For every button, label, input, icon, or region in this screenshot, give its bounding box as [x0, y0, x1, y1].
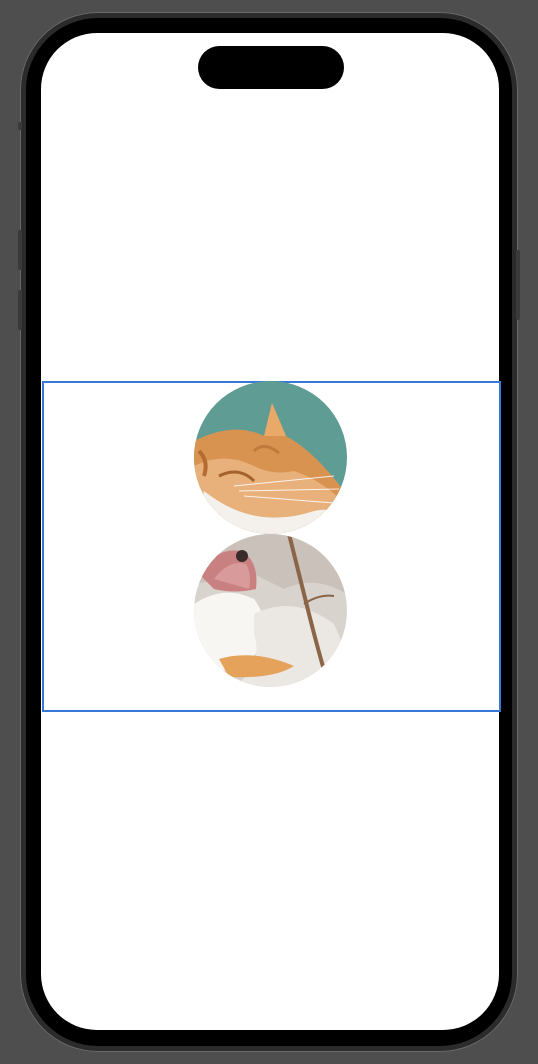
action-button	[18, 122, 22, 130]
cat-licking-image[interactable]	[194, 534, 347, 687]
cat-ear-image[interactable]	[194, 381, 347, 534]
volume-down-button	[18, 290, 22, 330]
dynamic-island	[198, 46, 344, 89]
power-button	[516, 250, 520, 320]
volume-up-button	[18, 230, 22, 270]
